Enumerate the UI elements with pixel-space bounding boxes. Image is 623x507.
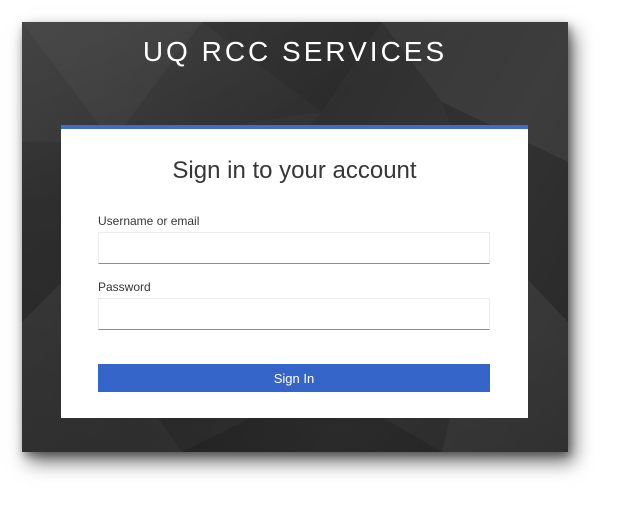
password-input[interactable] xyxy=(98,298,490,330)
username-label: Username or email xyxy=(98,214,200,228)
username-input[interactable] xyxy=(98,232,490,264)
login-card-title: Sign in to your account xyxy=(172,157,417,184)
password-label: Password xyxy=(98,280,151,294)
login-page-background: UQ RCC SERVICES Sign in to your account … xyxy=(22,22,568,452)
site-title: UQ RCC SERVICES xyxy=(142,36,448,67)
login-card: Sign in to your account Username or emai… xyxy=(61,125,528,418)
sign-in-button[interactable]: Sign In xyxy=(98,364,490,392)
